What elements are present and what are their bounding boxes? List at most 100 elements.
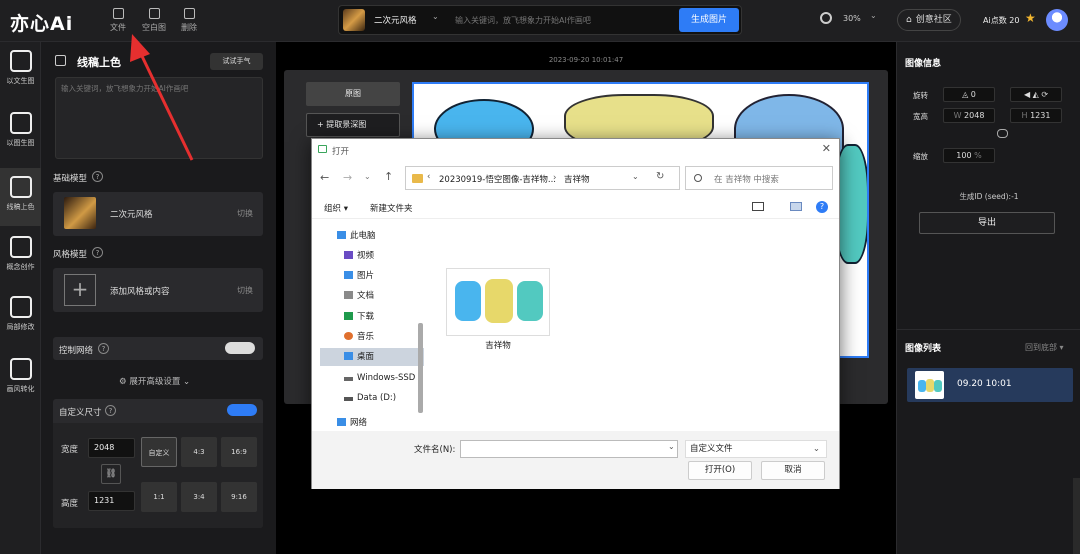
- tree-item-pictures[interactable]: 图片: [320, 267, 424, 285]
- back-arrow-icon[interactable]: ←: [320, 171, 329, 184]
- community-button[interactable]: ⌂ 创意社区: [897, 9, 961, 31]
- back-to-bottom[interactable]: 回到底部 ▾: [1025, 342, 1064, 353]
- cancel-button[interactable]: 取消: [761, 461, 825, 480]
- filename-input[interactable]: [460, 440, 678, 458]
- tree-item-data-d[interactable]: Data (D:): [320, 389, 424, 407]
- style-thumbnail[interactable]: [343, 9, 365, 31]
- zoom-search-icon[interactable]: [820, 12, 832, 24]
- export-button[interactable]: 导出: [919, 212, 1055, 234]
- help-icon[interactable]: ?: [92, 247, 103, 258]
- height-input[interactable]: [88, 491, 135, 511]
- advanced-settings-toggle[interactable]: ⚙ 展开高级设置 ⌄: [119, 375, 190, 387]
- tree-item-network[interactable]: 网络: [320, 414, 424, 430]
- style-model-card[interactable]: + 添加风格或内容 切换: [53, 268, 263, 312]
- tree-scrollbar[interactable]: [418, 323, 423, 413]
- rotate-label: 旋转: [913, 91, 928, 100]
- tree-item-windows-ssd[interactable]: Windows-SSD: [320, 369, 424, 387]
- avatar[interactable]: [1046, 9, 1068, 31]
- tree-item-documents[interactable]: 文档: [320, 287, 424, 305]
- link-icon[interactable]: ⛓: [101, 464, 121, 484]
- nav-text-to-image[interactable]: 以文生图: [0, 42, 41, 100]
- organize-menu[interactable]: 组织 ▾: [324, 202, 348, 214]
- filename-chevron-icon[interactable]: ⌄: [668, 442, 675, 451]
- help-icon[interactable]: ?: [105, 405, 116, 416]
- original-image-button[interactable]: 原图: [306, 82, 400, 106]
- ratio-custom[interactable]: 自定义: [141, 437, 177, 467]
- control-net-label: 控制网络: [59, 346, 94, 356]
- open-button[interactable]: 打开(O): [688, 461, 752, 480]
- nav-line-coloring[interactable]: 线稿上色: [0, 168, 41, 226]
- nav-tree: 此电脑 视频 图片 文档 下载 音乐 桌面 Windows-SSD Data (…: [312, 220, 428, 430]
- app-icon: [318, 145, 327, 153]
- blank-image-icon: [148, 8, 160, 19]
- text-to-image-icon: [9, 50, 32, 72]
- custom-size-toggle[interactable]: [227, 404, 257, 416]
- ratio-16-9[interactable]: 16:9: [221, 437, 257, 467]
- search-box[interactable]: 在 吉祥物 中搜索: [685, 166, 833, 190]
- folder-icon: [412, 174, 423, 183]
- tree-item-this-pc[interactable]: 此电脑: [320, 227, 424, 245]
- breadcrumb-part1[interactable]: 20230919-悟空图像-吉祥物...: [439, 173, 556, 185]
- file-item-label[interactable]: 吉祥物: [446, 339, 550, 351]
- nav-style-transfer[interactable]: 画风转化: [0, 350, 41, 408]
- up-arrow-icon[interactable]: ↑: [384, 170, 393, 183]
- try-luck-button[interactable]: 试试手气: [210, 53, 263, 70]
- nav-local-edit[interactable]: 局部修改: [0, 288, 41, 346]
- chevron-down-icon[interactable]: ⌄: [432, 12, 439, 21]
- add-style-label: 添加风格或内容: [110, 287, 170, 297]
- address-chevron-icon[interactable]: ⌄: [632, 172, 639, 181]
- ratio-4-3[interactable]: 4:3: [181, 437, 217, 467]
- zoom-chevron-icon[interactable]: ⌄: [870, 11, 877, 20]
- scale-input[interactable]: 100 %: [943, 148, 995, 163]
- refresh-icon[interactable]: ↻: [656, 171, 664, 182]
- drive-icon: [344, 397, 353, 401]
- style-name[interactable]: 二次元风格: [374, 14, 417, 26]
- base-model-card[interactable]: 二次元风格 切换: [53, 192, 263, 236]
- filetype-select[interactable]: 自定义文件 ⌄: [685, 440, 827, 458]
- rotate-input[interactable]: ◬ 0: [943, 87, 995, 102]
- gear-icon: ⚙: [119, 377, 127, 387]
- breadcrumb-part2[interactable]: 吉祥物: [564, 173, 590, 185]
- picture-folder-icon: [344, 271, 353, 279]
- new-folder-button[interactable]: 新建文件夹: [370, 202, 413, 214]
- tree-item-music[interactable]: 音乐: [320, 328, 424, 346]
- generate-button[interactable]: 生成图片: [679, 8, 739, 32]
- file-item-mascot[interactable]: [446, 268, 550, 336]
- switch-style-model[interactable]: 切换: [237, 285, 253, 296]
- forward-arrow-icon[interactable]: →: [343, 171, 352, 184]
- control-net-toggle[interactable]: [225, 342, 255, 354]
- drive-icon: [344, 377, 353, 381]
- canvas-timestamp: 2023-09-20 10:01:47: [548, 56, 624, 64]
- file-icon: [112, 8, 124, 19]
- nav-concept[interactable]: 概念创作: [0, 228, 41, 286]
- nav-image-to-image[interactable]: 以图生图: [0, 104, 41, 162]
- rotate-icon: ◬: [962, 90, 971, 99]
- h-input[interactable]: H 1231: [1010, 108, 1062, 123]
- flip-controls[interactable]: ◀ ◭ ⟳: [1010, 87, 1062, 102]
- help-icon[interactable]: ?: [98, 343, 109, 354]
- image-info-title: 图像信息: [905, 59, 942, 69]
- file-list: 吉祥物: [428, 220, 839, 430]
- zoom-level[interactable]: 30%: [843, 14, 861, 23]
- tree-item-downloads[interactable]: 下载: [320, 308, 424, 326]
- prompt-input[interactable]: [455, 12, 675, 28]
- close-icon[interactable]: ✕: [822, 142, 831, 155]
- view-mode-icon[interactable]: [752, 202, 764, 211]
- tree-item-videos[interactable]: 视频: [320, 247, 424, 265]
- help-icon[interactable]: ?: [816, 201, 828, 213]
- music-folder-icon: [344, 332, 353, 340]
- help-icon[interactable]: ?: [92, 171, 103, 182]
- extract-depth-button[interactable]: + 提取景深图: [306, 113, 400, 137]
- history-chevron-icon[interactable]: ⌄: [364, 172, 371, 181]
- link-icon[interactable]: [997, 129, 1008, 138]
- width-input[interactable]: [88, 438, 135, 458]
- image-list-item[interactable]: 09.20 10:01: [907, 368, 1073, 402]
- ratio-3-4[interactable]: 3:4: [181, 482, 217, 512]
- address-bar[interactable]: ‹ 20230919-悟空图像-吉祥物... › 吉祥物 ⌄ ↻: [405, 166, 680, 190]
- preview-pane-icon[interactable]: [790, 202, 802, 211]
- ratio-9-16[interactable]: 9:16: [221, 482, 257, 512]
- tree-item-desktop[interactable]: 桌面: [320, 348, 424, 366]
- ratio-1-1[interactable]: 1:1: [141, 482, 177, 512]
- w-input[interactable]: W 2048: [943, 108, 995, 123]
- switch-base-model[interactable]: 切换: [237, 208, 253, 219]
